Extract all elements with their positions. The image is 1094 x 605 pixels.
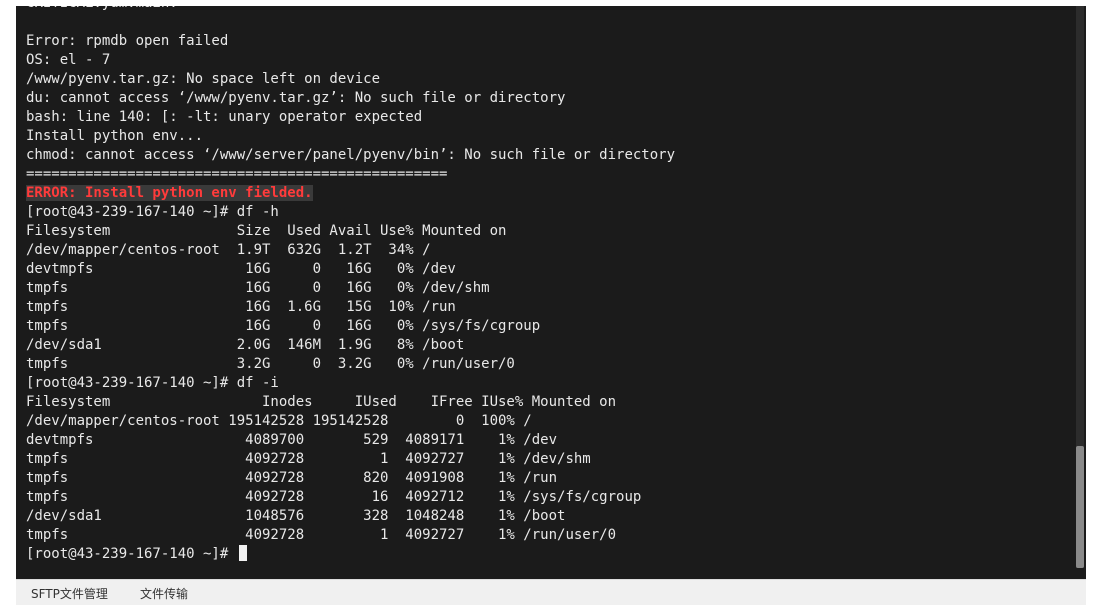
terminal-line: tmpfs 16G 1.6G 15G 10% /run — [26, 298, 675, 317]
terminal-line: tmpfs 3.2G 0 3.2G 0% /run/user/0 — [26, 355, 675, 374]
terminal-line-text: tmpfs 4092728 820 4091908 1% /run — [26, 470, 558, 486]
terminal-line-text: OS: el - 7 — [26, 52, 111, 68]
terminal-line-text: Filesystem Size Used Avail Use% Mounted … — [26, 223, 507, 239]
terminal-output: CRITICAL:yum.main: Error: rpmdb open fail… — [26, 6, 675, 564]
text-cursor — [238, 545, 247, 561]
terminal-line-text: tmpfs 16G 0 16G 0% /sys/fs/cgroup — [26, 318, 541, 334]
terminal-line: Filesystem Size Used Avail Use% Mounted … — [26, 222, 675, 241]
terminal-window[interactable]: CRITICAL:yum.main: Error: rpmdb open fail… — [16, 6, 1086, 579]
terminal-line: chmod: cannot access ‘/www/server/panel/… — [26, 146, 675, 165]
terminal-line: tmpfs 4092728 1 4092727 1% /run/user/0 — [26, 526, 675, 545]
bottom-toolbar: SFTP文件管理 文件传输 — [16, 579, 1086, 605]
right-margin — [1086, 6, 1094, 605]
terminal-line-text: /dev/mapper/centos-root 195142528 195142… — [26, 413, 532, 429]
terminal-line: tmpfs 4092728 820 4091908 1% /run — [26, 469, 675, 488]
terminal-line-text: [root@43-239-167-140 ~]# df -i — [26, 375, 279, 391]
terminal-line-text: /www/pyenv.tar.gz: No space left on devi… — [26, 71, 381, 87]
terminal-line: tmpfs 4092728 16 4092712 1% /sys/fs/cgro… — [26, 488, 675, 507]
terminal-line: /dev/sda1 1048576 328 1048248 1% /boot — [26, 507, 675, 526]
terminal-line: [root@43-239-167-140 ~]# df -h — [26, 203, 675, 222]
left-margin — [0, 0, 16, 605]
terminal-line-text: devtmpfs 4089700 529 4089171 1% /dev — [26, 432, 558, 448]
terminal-line: Filesystem Inodes IUsed IFree IUse% Moun… — [26, 393, 675, 412]
terminal-line: [root@43-239-167-140 ~]# df -i — [26, 374, 675, 393]
terminal-line: CRITICAL:yum.main: — [26, 6, 675, 13]
terminal-line-text: /dev/sda1 1048576 328 1048248 1% /boot — [26, 508, 566, 524]
terminal-line: ========================================… — [26, 165, 675, 184]
terminal-line: Install python env... — [26, 127, 675, 146]
terminal-line-text: tmpfs 16G 0 16G 0% /dev/shm — [26, 280, 490, 296]
terminal-line-text: Install python env... — [26, 128, 204, 144]
terminal-line: devtmpfs 16G 0 16G 0% /dev — [26, 260, 675, 279]
terminal-line-text: du: cannot access ‘/www/pyenv.tar.gz’: N… — [26, 90, 566, 106]
error-message: ERROR: Install python env fielded. — [26, 185, 313, 201]
terminal-scrollbar[interactable] — [1074, 6, 1086, 579]
terminal-line: tmpfs 16G 0 16G 0% /dev/shm — [26, 279, 675, 298]
terminal-line: /www/pyenv.tar.gz: No space left on devi… — [26, 70, 675, 89]
terminal-line: /dev/mapper/centos-root 195142528 195142… — [26, 412, 675, 431]
terminal-line: /dev/sda1 2.0G 146M 1.9G 8% /boot — [26, 336, 675, 355]
terminal-line-text: devtmpfs 16G 0 16G 0% /dev — [26, 261, 456, 277]
terminal-line-text: Error: rpmdb open failed — [26, 33, 229, 49]
terminal-line-text: [root@43-239-167-140 ~]# df -h — [26, 204, 279, 220]
terminal-line-text: /dev/sda1 2.0G 146M 1.9G 8% /boot — [26, 337, 465, 353]
terminal-line-text: CRITICAL:yum.main: — [26, 6, 178, 11]
file-transfer-button[interactable]: 文件传输 — [140, 585, 188, 602]
terminal-line: devtmpfs 4089700 529 4089171 1% /dev — [26, 431, 675, 450]
terminal-line-text: tmpfs 4092728 1 4092727 1% /dev/shm — [26, 451, 591, 467]
terminal-line-text: Filesystem Inodes IUsed IFree IUse% Moun… — [26, 394, 617, 410]
terminal-line-text: chmod: cannot access ‘/www/server/panel/… — [26, 147, 676, 163]
scrollbar-thumb[interactable] — [1076, 446, 1084, 568]
terminal-line: /dev/mapper/centos-root 1.9T 632G 1.2T 3… — [26, 241, 675, 260]
terminal-line: tmpfs 16G 0 16G 0% /sys/fs/cgroup — [26, 317, 675, 336]
terminal-line-text: /dev/mapper/centos-root 1.9T 632G 1.2T 3… — [26, 242, 431, 258]
terminal-line-text: tmpfs 4092728 1 4092727 1% /run/user/0 — [26, 527, 617, 543]
terminal-line-text: tmpfs 3.2G 0 3.2G 0% /run/user/0 — [26, 356, 515, 372]
terminal-line: tmpfs 4092728 1 4092727 1% /dev/shm — [26, 450, 675, 469]
terminal-line-text: ========================================… — [26, 166, 448, 182]
terminal-line-text: bash: line 140: [: -lt: unary operator e… — [26, 109, 423, 125]
shell-prompt: [root@43-239-167-140 ~]# — [26, 546, 237, 562]
terminal-line: ERROR: Install python env fielded. — [26, 184, 675, 203]
terminal-line: bash: line 140: [: -lt: unary operator e… — [26, 108, 675, 127]
terminal-line-text: tmpfs 4092728 16 4092712 1% /sys/fs/cgro… — [26, 489, 642, 505]
terminal-line: OS: el - 7 — [26, 51, 675, 70]
terminal-line: du: cannot access ‘/www/pyenv.tar.gz’: N… — [26, 89, 675, 108]
sftp-file-manager-button[interactable]: SFTP文件管理 — [31, 585, 108, 602]
terminal-line: Error: rpmdb open failed — [26, 32, 675, 51]
terminal-line-text: tmpfs 16G 1.6G 15G 10% /run — [26, 299, 456, 315]
terminal-line: [root@43-239-167-140 ~]# — [26, 545, 675, 564]
